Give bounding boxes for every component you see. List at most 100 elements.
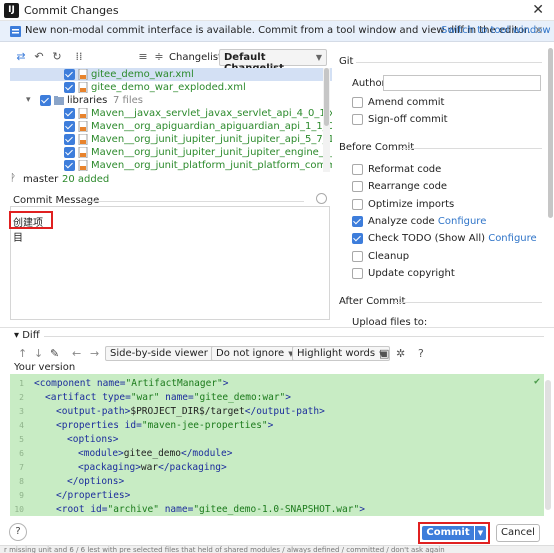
line-number: 6 [19, 449, 24, 458]
xml-file-icon [78, 121, 88, 132]
diff-code-view[interactable]: ✔ 1 <component name="ArtifactManager"> 2 <a… [10, 374, 544, 516]
changes-tree: gitee_demo_war.xml gitee_demo_war_explode… [10, 68, 332, 172]
expand-arrow-icon[interactable]: ▾ [26, 94, 31, 107]
tree-file-row[interactable]: gitee_demo_war_exploded.xml [10, 81, 332, 94]
tree-file-row[interactable]: Maven__javax_servlet_javax_servlet_api_4… [10, 107, 332, 120]
undo-icon[interactable]: ↶ [32, 50, 46, 64]
checkbox[interactable] [352, 97, 363, 108]
code-line: 5 <options> [10, 433, 544, 447]
tree-item-label: Maven__org_junit_jupiter_junit_jupiter_a… [91, 134, 332, 145]
file-checkbox[interactable] [64, 82, 75, 93]
divider [84, 201, 304, 202]
file-checkbox[interactable] [64, 121, 75, 132]
info-banner: New non-modal commit interface is availa… [0, 21, 554, 42]
option-label: Update copyright [368, 267, 455, 279]
changelist-select[interactable]: Default Changelist ▼ [219, 49, 327, 74]
line-number: 1 [19, 379, 24, 388]
refresh-icon[interactable]: ↻ [50, 50, 64, 64]
options-scrollbar[interactable] [547, 48, 554, 328]
status-bar: r missing unit and 6 / 6 lest with pre s… [0, 545, 554, 553]
viewer-value: Side-by-side viewer [110, 348, 208, 359]
checkbox[interactable] [352, 267, 363, 279]
configure-link[interactable]: Configure [485, 233, 536, 244]
configure-link[interactable]: Configure [435, 216, 486, 227]
file-checkbox[interactable] [40, 95, 51, 106]
checkbox[interactable] [352, 114, 363, 126]
arrow-down-icon[interactable]: ↓ [34, 347, 43, 360]
tree-file-row[interactable]: Maven__org_junit_platform_junit_platform… [10, 159, 332, 172]
file-checkbox[interactable] [64, 160, 75, 171]
commit-dropdown-icon[interactable]: ▼ [475, 526, 486, 540]
line-number: 5 [19, 435, 24, 444]
line-number: 10 [14, 505, 24, 514]
code-line: 6 <module>gitee_demo</module> [10, 447, 544, 461]
title-bar: IJ Commit Changes ✕ [0, 0, 554, 21]
line-number: 9 [19, 491, 24, 500]
tree-item-label: Maven__org_apiguardian_apiguardian_api_1… [91, 121, 332, 132]
code-scrollbar[interactable] [545, 380, 551, 510]
group-icon[interactable]: ⁞⁞ [72, 50, 86, 64]
close-icon[interactable]: ✕ [532, 2, 544, 18]
commit-button[interactable]: Commit [422, 526, 474, 540]
tree-item-label: libraries [67, 95, 108, 106]
code-line: 10 <root id="archive" name="gitee_demo-1.… [10, 503, 544, 516]
tree-file-row[interactable]: gitee_demo_war.xml [10, 68, 332, 81]
cancel-button[interactable]: Cancel [496, 524, 540, 542]
divider [44, 336, 544, 337]
file-checkbox[interactable] [64, 134, 75, 145]
line-number: 8 [19, 477, 24, 486]
arrow-up-icon[interactable]: ↑ [18, 347, 27, 360]
move-icon[interactable]: ⇄ [14, 50, 28, 64]
tree-scrollbar[interactable] [323, 68, 330, 172]
code-text: </options> [67, 476, 125, 487]
arrow-right-icon[interactable]: → [90, 347, 99, 360]
checkbox[interactable] [352, 181, 363, 193]
xml-file-icon [78, 82, 88, 93]
tree-item-label: Maven__org_junit_jupiter_junit_jupiter_e… [91, 147, 332, 158]
commit-message-input[interactable] [10, 206, 330, 320]
commit-message-text[interactable]: 创建项目 [9, 211, 53, 244]
tree-file-row[interactable]: Maven__org_apiguardian_apiguardian_api_1… [10, 120, 332, 133]
diff-toolbar: ↑ ↓ ✎ ← → Side-by-side viewer▼ Do not ig… [0, 344, 554, 364]
tree-folder-row[interactable]: ▾ libraries 7 files [10, 94, 332, 107]
ignore-select[interactable]: Do not ignore ▼ [211, 346, 299, 361]
xml-file-icon [78, 134, 88, 145]
clock-icon[interactable] [316, 193, 327, 204]
tree-file-row[interactable]: Maven__org_junit_jupiter_junit_jupiter_e… [10, 146, 332, 159]
help-button[interactable]: ? [9, 523, 27, 541]
code-text: <root id="archive" name="gitee_demo-1.0-… [56, 504, 365, 515]
gear-icon[interactable]: ✲ [396, 347, 405, 360]
window-title: Commit Changes [24, 4, 119, 17]
commit-options-panel: Git Author: Amend commit Sign-off commit … [336, 48, 546, 328]
option-label: Reformat code [368, 164, 442, 175]
option-label: Amend commit [368, 97, 445, 108]
file-checkbox[interactable] [64, 69, 75, 80]
highlight-select[interactable]: Highlight words ▼ [292, 346, 390, 361]
line-number: 2 [19, 393, 24, 402]
checkbox[interactable] [352, 250, 363, 262]
checkbox[interactable] [352, 215, 363, 227]
collapse-arrow-icon: ▾ [14, 330, 20, 341]
lock-icon[interactable]: ▣ [379, 347, 389, 360]
xml-file-icon [78, 147, 88, 158]
checkbox[interactable] [352, 164, 363, 175]
xml-file-icon [78, 108, 88, 119]
xml-file-icon [78, 160, 88, 171]
arrow-left-icon[interactable]: ← [72, 347, 81, 360]
author-input[interactable] [383, 75, 541, 91]
tree-file-row[interactable]: Maven__org_junit_jupiter_junit_jupiter_a… [10, 133, 332, 146]
banner-close-icon[interactable]: ✕ [534, 24, 543, 37]
expand-icon[interactable]: ≡ [136, 50, 150, 64]
file-checkbox[interactable] [64, 108, 75, 119]
file-checkbox[interactable] [64, 147, 75, 158]
divider [0, 327, 554, 328]
help-icon[interactable]: ? [418, 347, 424, 360]
checkbox[interactable] [352, 198, 363, 210]
checkbox[interactable] [352, 233, 363, 245]
collapse-icon[interactable]: ≑ [152, 50, 166, 64]
chevron-down-icon: ▼ [315, 53, 322, 62]
diff-section-toggle[interactable]: ▾ Diff [14, 330, 40, 341]
code-line: 1 <component name="ArtifactManager"> [10, 377, 544, 391]
edit-icon[interactable]: ✎ [50, 347, 59, 360]
viewer-select[interactable]: Side-by-side viewer▼ [105, 346, 223, 361]
